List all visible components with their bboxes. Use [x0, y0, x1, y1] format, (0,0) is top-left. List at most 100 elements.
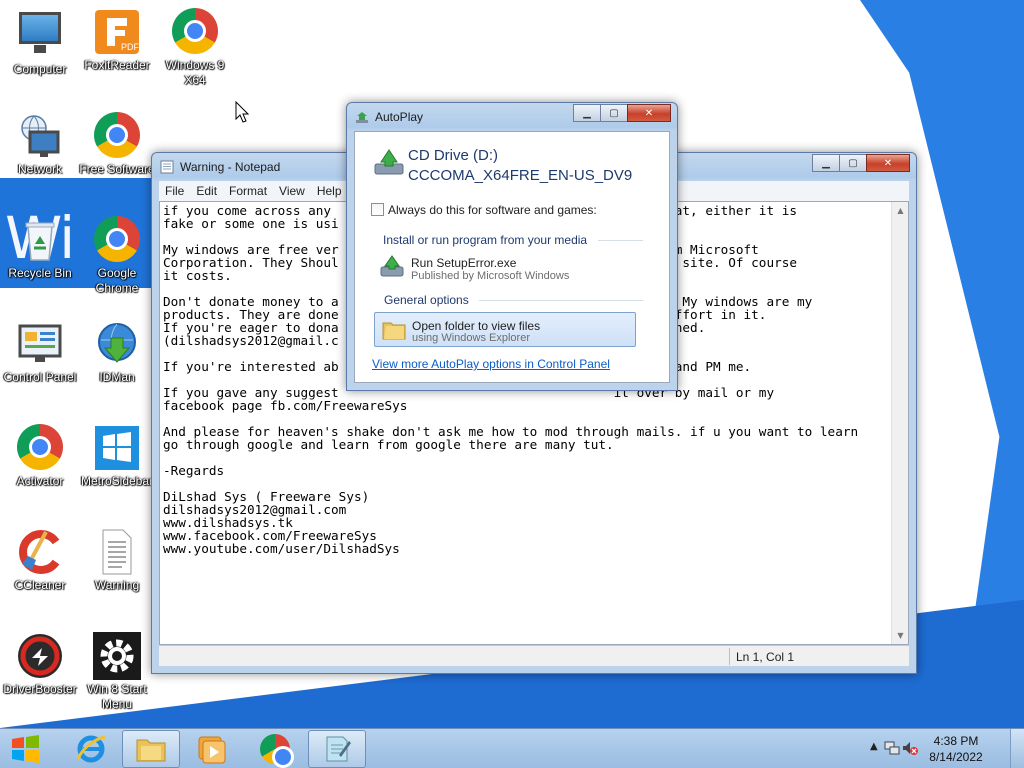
close-icon: ✕ — [883, 157, 893, 169]
general-options-heading: General options — [384, 293, 469, 307]
start-button[interactable] — [4, 733, 48, 765]
autoplay-title: AutoPlay — [375, 110, 424, 124]
close-button[interactable]: ✕ — [627, 104, 671, 122]
show-hidden-icons-icon[interactable]: ▲ — [870, 741, 878, 752]
menu-help[interactable]: Help — [311, 184, 348, 198]
desktop-icon-activator[interactable]: Activator — [0, 424, 80, 489]
taskbar: ▲ 4:38 PM 8/14/2022 — [0, 728, 1024, 768]
always-do-this-label[interactable]: Always do this for software and games: — [388, 203, 597, 217]
setup-icon — [380, 255, 404, 277]
chrome-icon — [93, 112, 141, 160]
clock-date[interactable]: 8/14/2022 — [916, 750, 996, 764]
foxit-reader-icon: PDF — [93, 8, 141, 56]
open-folder-option[interactable]: Open folder to view files using Windows … — [374, 312, 636, 347]
desktop-icon-label: Win 8 Start Menu — [87, 682, 147, 711]
desktop-icon-label: Computer — [13, 62, 67, 76]
menu-edit[interactable]: Edit — [190, 184, 223, 198]
taskbar-chrome[interactable] — [246, 730, 304, 768]
folder-icon — [382, 322, 406, 340]
maximize-button[interactable]: ▢ — [839, 154, 867, 172]
mouse-cursor-icon — [235, 101, 249, 123]
taskbar-internet-explorer[interactable] — [62, 730, 120, 768]
vertical-scrollbar[interactable]: ▲ ▼ — [891, 202, 908, 644]
desktop-icon-warning[interactable]: Warning — [77, 528, 157, 593]
more-autoplay-options-link[interactable]: View more AutoPlay options in Control Pa… — [372, 357, 610, 371]
scroll-up-icon[interactable]: ▲ — [892, 202, 908, 219]
menu-file[interactable]: File — [159, 184, 190, 198]
maximize-button[interactable]: ▢ — [600, 104, 628, 122]
ccleaner-icon — [16, 528, 64, 576]
notepad-title: Warning - Notepad — [180, 160, 281, 174]
desktop-icon-free-software[interactable]: Free Software — [77, 112, 157, 177]
chrome-icon — [93, 216, 141, 264]
desktop-icon-label: Control Panel — [3, 370, 77, 384]
group-divider — [598, 240, 643, 241]
desktop-icon-driverbooster[interactable]: DriverBooster — [0, 632, 80, 697]
network-tray-icon[interactable] — [884, 740, 900, 756]
svg-text:PDF: PDF — [121, 42, 140, 52]
network-icon — [16, 112, 64, 160]
scroll-down-icon[interactable]: ▼ — [892, 627, 908, 644]
menu-view[interactable]: View — [273, 184, 311, 198]
desktop-icon-metrosidebar[interactable]: MetroSidebar — [77, 424, 157, 489]
chrome-icon — [16, 424, 64, 472]
autoplay-dialog[interactable]: AutoPlay ▁ ▢ ✕ CD Drive (D:) CCCOMA_X64F… — [346, 102, 678, 391]
menu-format[interactable]: Format — [223, 184, 273, 198]
run-setup-publisher: Published by Microsoft Windows — [411, 270, 570, 282]
cd-drive-icon — [374, 149, 404, 175]
recycle-bin-icon — [16, 216, 64, 264]
desktop-icon-label: Google Chrome — [95, 266, 139, 295]
desktop-icon-label: Windows 9 X64 — [165, 58, 225, 87]
metro-sidebar-icon — [93, 424, 141, 472]
desktop-icon-google-chrome[interactable]: Google Chrome — [77, 216, 157, 296]
always-do-this-checkbox[interactable] — [371, 203, 384, 216]
text-line: -Regards — [163, 463, 225, 478]
text-file-icon — [93, 528, 141, 576]
clock-time[interactable]: 4:38 PM — [916, 734, 996, 748]
desktop-icon-control-panel[interactable]: Control Panel — [0, 320, 80, 385]
driver-booster-icon — [16, 632, 64, 680]
drive-name: CD Drive (D:) — [408, 147, 498, 164]
autoplay-body: CD Drive (D:) CCCOMA_X64FRE_EN-US_DV9 Al… — [354, 131, 670, 383]
desktop-icon-label: FoxitReader — [84, 58, 150, 72]
desktop-icon-network[interactable]: Network — [0, 112, 80, 177]
desktop-icon-label: IDMan — [99, 370, 135, 384]
autoplay-titlebar[interactable]: AutoPlay ▁ ▢ ✕ — [347, 103, 677, 131]
windows-logo-icon — [12, 735, 39, 763]
taskbar-notepad[interactable] — [308, 730, 366, 768]
close-button[interactable]: ✕ — [866, 154, 910, 172]
desktop-icon-label: Recycle Bin — [8, 266, 72, 280]
cursor-position: Ln 1, Col 1 — [736, 650, 795, 664]
drive-label: CCCOMA_X64FRE_EN-US_DV9 — [408, 167, 633, 184]
text-line: go through google and learn from google … — [163, 437, 614, 452]
desktop-icon-computer[interactable]: Computer — [0, 8, 80, 77]
run-setup-title: Run SetupError.exe — [411, 256, 517, 270]
computer-icon — [16, 12, 64, 60]
desktop-icon-foxitreader[interactable]: PDF FoxitReader — [77, 8, 157, 73]
autoplay-icon — [356, 112, 368, 123]
minimize-icon: ▁ — [822, 157, 830, 169]
show-desktop-button[interactable] — [1010, 729, 1024, 768]
idm-icon — [93, 320, 141, 368]
minimize-button[interactable]: ▁ — [573, 104, 601, 122]
internet-explorer-icon — [76, 735, 106, 763]
desktop-icon-label: Free Software — [79, 162, 155, 176]
taskbar-file-explorer[interactable] — [122, 730, 180, 768]
close-icon: ✕ — [644, 107, 654, 119]
status-bar: Ln 1, Col 1 — [159, 645, 909, 666]
desktop-icon-label: Network — [17, 162, 62, 176]
chrome-icon — [260, 734, 294, 768]
media-player-icon — [198, 736, 226, 764]
desktop-icon-ccleaner[interactable]: CCleaner — [0, 528, 80, 593]
desktop-icon-recycle-bin[interactable]: Recycle Bin — [0, 216, 80, 281]
desktop-icon-win8-start-menu[interactable]: Win 8 Start Menu — [77, 632, 157, 712]
desktop-icon-idman[interactable]: IDMan — [77, 320, 157, 385]
taskbar-media-player[interactable] — [182, 730, 240, 768]
desktop-icon-windows9-x64[interactable]: Windows 9 X64 — [155, 8, 235, 88]
minimize-button[interactable]: ▁ — [812, 154, 840, 172]
desktop-icon-label: MetroSidebar — [80, 474, 154, 488]
desktop-icon-label: CCleaner — [14, 578, 66, 592]
desktop-icon-label: Warning — [94, 578, 140, 592]
text-line — [163, 451, 890, 464]
system-tray: ▲ 4:38 PM 8/14/2022 — [854, 729, 1024, 768]
